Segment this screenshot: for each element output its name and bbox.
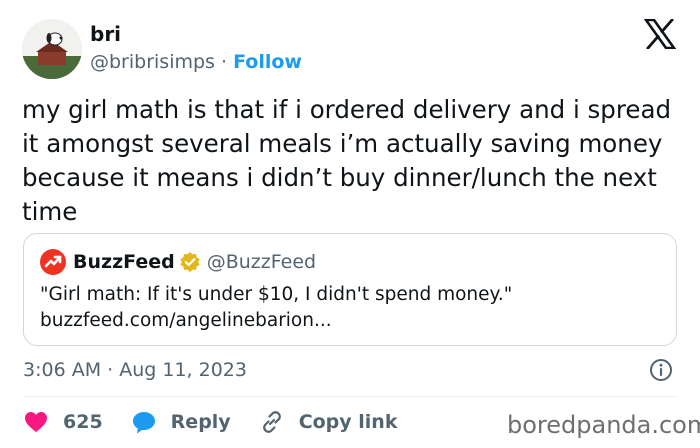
verified-badge-icon bbox=[180, 252, 200, 272]
avatar[interactable] bbox=[22, 19, 82, 79]
quoted-tweet-link[interactable]: buzzfeed.com/angelinebarion... bbox=[40, 308, 660, 334]
reply-bubble-icon bbox=[132, 412, 155, 434]
link-icon bbox=[262, 411, 281, 433]
copy-link-button[interactable]: Copy link bbox=[259, 409, 398, 435]
quoted-tweet-text: "Girl math: If it's under $10, I didn't … bbox=[40, 282, 660, 334]
buzzfeed-logo-icon bbox=[40, 249, 66, 275]
quoted-author-handle[interactable]: @BuzzFeed bbox=[207, 251, 316, 273]
tweet-text: my girl math is that if i ordered delive… bbox=[22, 95, 672, 226]
author-handle-row: @bribrisimps · Follow bbox=[90, 49, 302, 75]
reply-label: Reply bbox=[170, 411, 231, 433]
x-logo-icon[interactable] bbox=[644, 19, 676, 49]
quoted-author-name[interactable]: BuzzFeed bbox=[73, 251, 175, 273]
follow-button[interactable]: Follow bbox=[233, 51, 302, 73]
quoted-tweet[interactable]: BuzzFeed @BuzzFeed "Girl math: If it's u… bbox=[23, 233, 677, 346]
handle-separator: · bbox=[214, 51, 234, 73]
boredpanda-watermark: boredpanda.com bbox=[507, 411, 700, 439]
heart-icon bbox=[25, 412, 47, 432]
quoted-tweet-header: BuzzFeed @BuzzFeed bbox=[40, 248, 316, 276]
like-count: 625 bbox=[63, 411, 103, 433]
author-handle[interactable]: @bribrisimps bbox=[90, 51, 215, 73]
like-button[interactable]: 625 bbox=[23, 409, 103, 435]
author-name[interactable]: bri bbox=[90, 21, 121, 47]
divider bbox=[23, 396, 677, 397]
quoted-tweet-line: "Girl math: If it's under $10, I didn't … bbox=[40, 284, 513, 305]
tweet-timestamp[interactable]: 3:06 AM · Aug 11, 2023 bbox=[23, 357, 247, 383]
action-bar: 625 Reply Copy link bbox=[23, 407, 425, 437]
copy-link-label: Copy link bbox=[298, 411, 398, 433]
reply-button[interactable]: Reply bbox=[131, 409, 231, 435]
info-icon[interactable] bbox=[649, 358, 673, 382]
snoopy-avatar-icon bbox=[22, 19, 82, 79]
